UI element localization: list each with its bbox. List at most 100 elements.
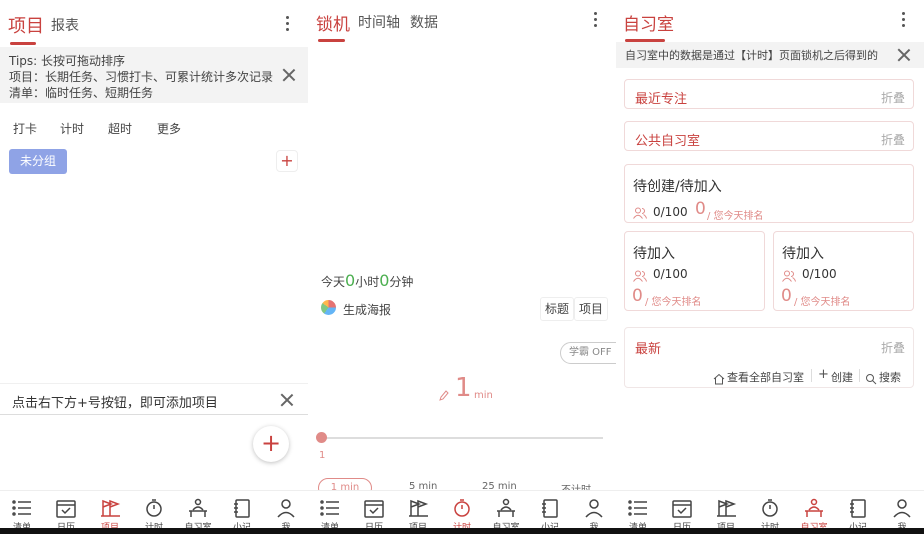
flag-icon (99, 498, 121, 518)
lock-panel: 锁机 时间轴 数据 今天0小时0分钟 生成海报 标题 项目 学霸 OFF 1 m… (308, 0, 616, 534)
add-hint-text: 点击右下方+号按钮，即可添加项目 (12, 396, 218, 411)
nav-me[interactable]: 我 (574, 491, 614, 533)
users-icon (633, 204, 647, 219)
more-menu-icon[interactable] (592, 12, 598, 32)
generate-poster-link[interactable]: 生成海报 (343, 301, 391, 318)
rank-number: 0 (632, 286, 643, 306)
more-menu-icon[interactable] (900, 12, 906, 32)
user-icon (583, 498, 605, 518)
tab-lock[interactable]: 锁机 (316, 10, 350, 35)
duration-slider[interactable] (316, 432, 603, 443)
calendar-icon (55, 498, 77, 518)
hours-unit: 小时 (355, 275, 380, 289)
add-project-fab[interactable]: + (253, 426, 289, 462)
recent-focus-section[interactable]: 最近专注 折叠 (624, 79, 914, 109)
tips-line: 项目：长期任务、习惯打卡、可累计统计多次记录 (9, 70, 274, 84)
list-icon (11, 498, 33, 518)
rank-number: 0 (695, 199, 706, 219)
nav-list[interactable]: 清单 (618, 491, 658, 533)
home-icon (713, 370, 725, 385)
users-icon (633, 267, 647, 282)
project-button[interactable]: 项目 (574, 297, 608, 321)
room-title: 待加入 (633, 246, 675, 262)
room-card[interactable]: 待加入 0/100 0 / 您今天排名 (624, 231, 765, 311)
nav-list[interactable]: 清单 (2, 491, 42, 533)
filter-timer[interactable]: 计时 (60, 120, 84, 137)
rank-number: 0 (781, 286, 792, 306)
create-button[interactable]: 创建 (831, 369, 853, 385)
nav-timer[interactable]: 计时 (442, 491, 482, 533)
flag-icon (715, 498, 737, 518)
nav-projects[interactable]: 项目 (706, 491, 746, 533)
desk-icon (495, 498, 517, 518)
nav-timer[interactable]: 计时 (750, 491, 790, 533)
close-icon[interactable] (280, 393, 294, 407)
tab-projects[interactable]: 项目 (8, 12, 44, 38)
calendar-icon (363, 498, 385, 518)
nav-projects[interactable]: 项目 (398, 491, 438, 533)
nav-notes[interactable]: 小记 (530, 491, 570, 533)
today-minutes: 0 (379, 271, 390, 290)
add-hint-bar: 点击右下方+号按钮，即可添加项目 (0, 383, 308, 415)
filter-checkin[interactable]: 打卡 (13, 120, 37, 137)
section-title: 最近专注 (635, 92, 688, 107)
close-icon[interactable] (897, 48, 911, 62)
tips-box: Tips: 长按可拖动排序 项目：长期任务、习惯打卡、可累计统计多次记录 清单：… (0, 47, 308, 103)
nav-study-room[interactable]: 自习室 (794, 491, 834, 533)
room-title: 待创建/待加入 (633, 179, 722, 195)
projects-panel: 项目 报表 Tips: 长按可拖动排序 项目：长期任务、习惯打卡、可累计统计多次… (0, 0, 308, 534)
today-prefix: 今天 (321, 275, 346, 289)
fold-button[interactable]: 折叠 (881, 89, 905, 106)
edit-icon[interactable] (439, 386, 449, 401)
search-icon (865, 370, 877, 385)
list-icon (319, 498, 341, 518)
today-hours: 0 (345, 271, 356, 290)
nav-notes[interactable]: 小记 (838, 491, 878, 533)
tab-data[interactable]: 数据 (410, 12, 438, 32)
fold-button[interactable]: 折叠 (881, 131, 905, 148)
page-title: 自习室 (623, 15, 674, 35)
section-title: 最新 (635, 342, 662, 357)
nav-list[interactable]: 清单 (310, 491, 350, 533)
timer-icon (759, 498, 781, 518)
tab-underline (10, 42, 36, 45)
nav-me[interactable]: 我 (882, 491, 922, 533)
notice-text: 自习室中的数据是通过【计时】页面锁机之后得到的 (625, 49, 878, 62)
notebook-icon (231, 498, 253, 518)
nav-calendar[interactable]: 日历 (662, 491, 702, 533)
xueba-toggle[interactable]: 学霸 OFF (560, 342, 616, 364)
filter-overtime[interactable]: 超时 (108, 120, 132, 137)
minutes-unit: 分钟 (389, 275, 414, 289)
nav-study-room[interactable]: 自习室 (486, 491, 526, 533)
nav-calendar[interactable]: 日历 (354, 491, 394, 533)
rank-text: / 您今天排名 (645, 297, 702, 308)
today-summary: 今天0小时0分钟 (321, 271, 413, 290)
room-card[interactable]: 待加入 0/100 0 / 您今天排名 (773, 231, 914, 311)
filter-more[interactable]: 更多 (157, 120, 181, 137)
user-icon (275, 498, 297, 518)
room-card[interactable]: 待创建/待加入 0/100 0 / 您今天排名 (624, 164, 914, 223)
nav-timer[interactable]: 计时 (134, 491, 174, 533)
divider (859, 369, 860, 382)
ungrouped-button[interactable]: 未分组 (9, 149, 67, 174)
search-button[interactable]: 搜索 (879, 369, 901, 385)
calendar-icon (671, 498, 693, 518)
tab-reports[interactable]: 报表 (51, 15, 79, 35)
title-button[interactable]: 标题 (540, 297, 574, 321)
public-room-section[interactable]: 公共自习室 折叠 (624, 121, 914, 151)
nav-notes[interactable]: 小记 (222, 491, 262, 533)
fold-button[interactable]: 折叠 (881, 339, 905, 356)
view-all-rooms-link[interactable]: 查看全部自习室 (727, 369, 804, 385)
close-icon[interactable] (282, 68, 296, 82)
nav-calendar[interactable]: 日历 (46, 491, 86, 533)
pie-chart-icon (321, 300, 336, 315)
nav-projects[interactable]: 项目 (90, 491, 130, 533)
timer-value: 1 (455, 373, 472, 403)
more-menu-icon[interactable] (284, 16, 290, 36)
slider-thumb[interactable] (316, 432, 327, 443)
add-group-icon[interactable]: + (276, 150, 298, 172)
tab-timeline[interactable]: 时间轴 (358, 12, 400, 32)
nav-me[interactable]: 我 (266, 491, 306, 533)
member-count: 0/100 (653, 205, 688, 219)
nav-study-room[interactable]: 自习室 (178, 491, 218, 533)
